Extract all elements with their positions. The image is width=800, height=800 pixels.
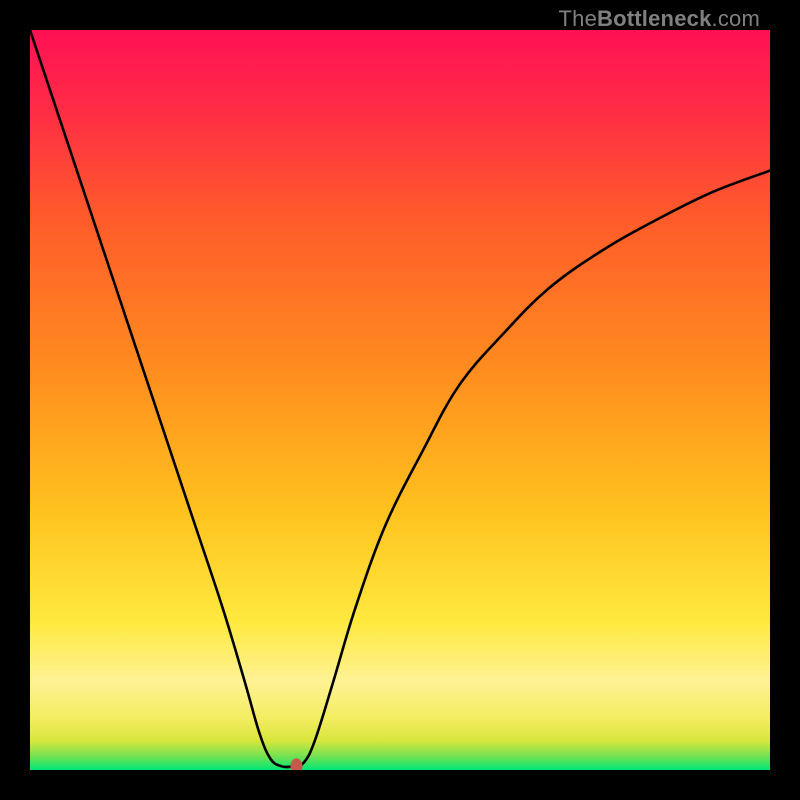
gradient-background xyxy=(30,30,770,770)
watermark-suffix: .com xyxy=(712,6,760,31)
plot-svg xyxy=(30,30,770,770)
watermark-bold: Bottleneck xyxy=(597,6,711,31)
watermark-prefix: The xyxy=(559,6,598,31)
plot-area xyxy=(30,30,770,770)
watermark: TheBottleneck.com xyxy=(559,6,760,32)
chart-container: TheBottleneck.com xyxy=(0,0,800,800)
